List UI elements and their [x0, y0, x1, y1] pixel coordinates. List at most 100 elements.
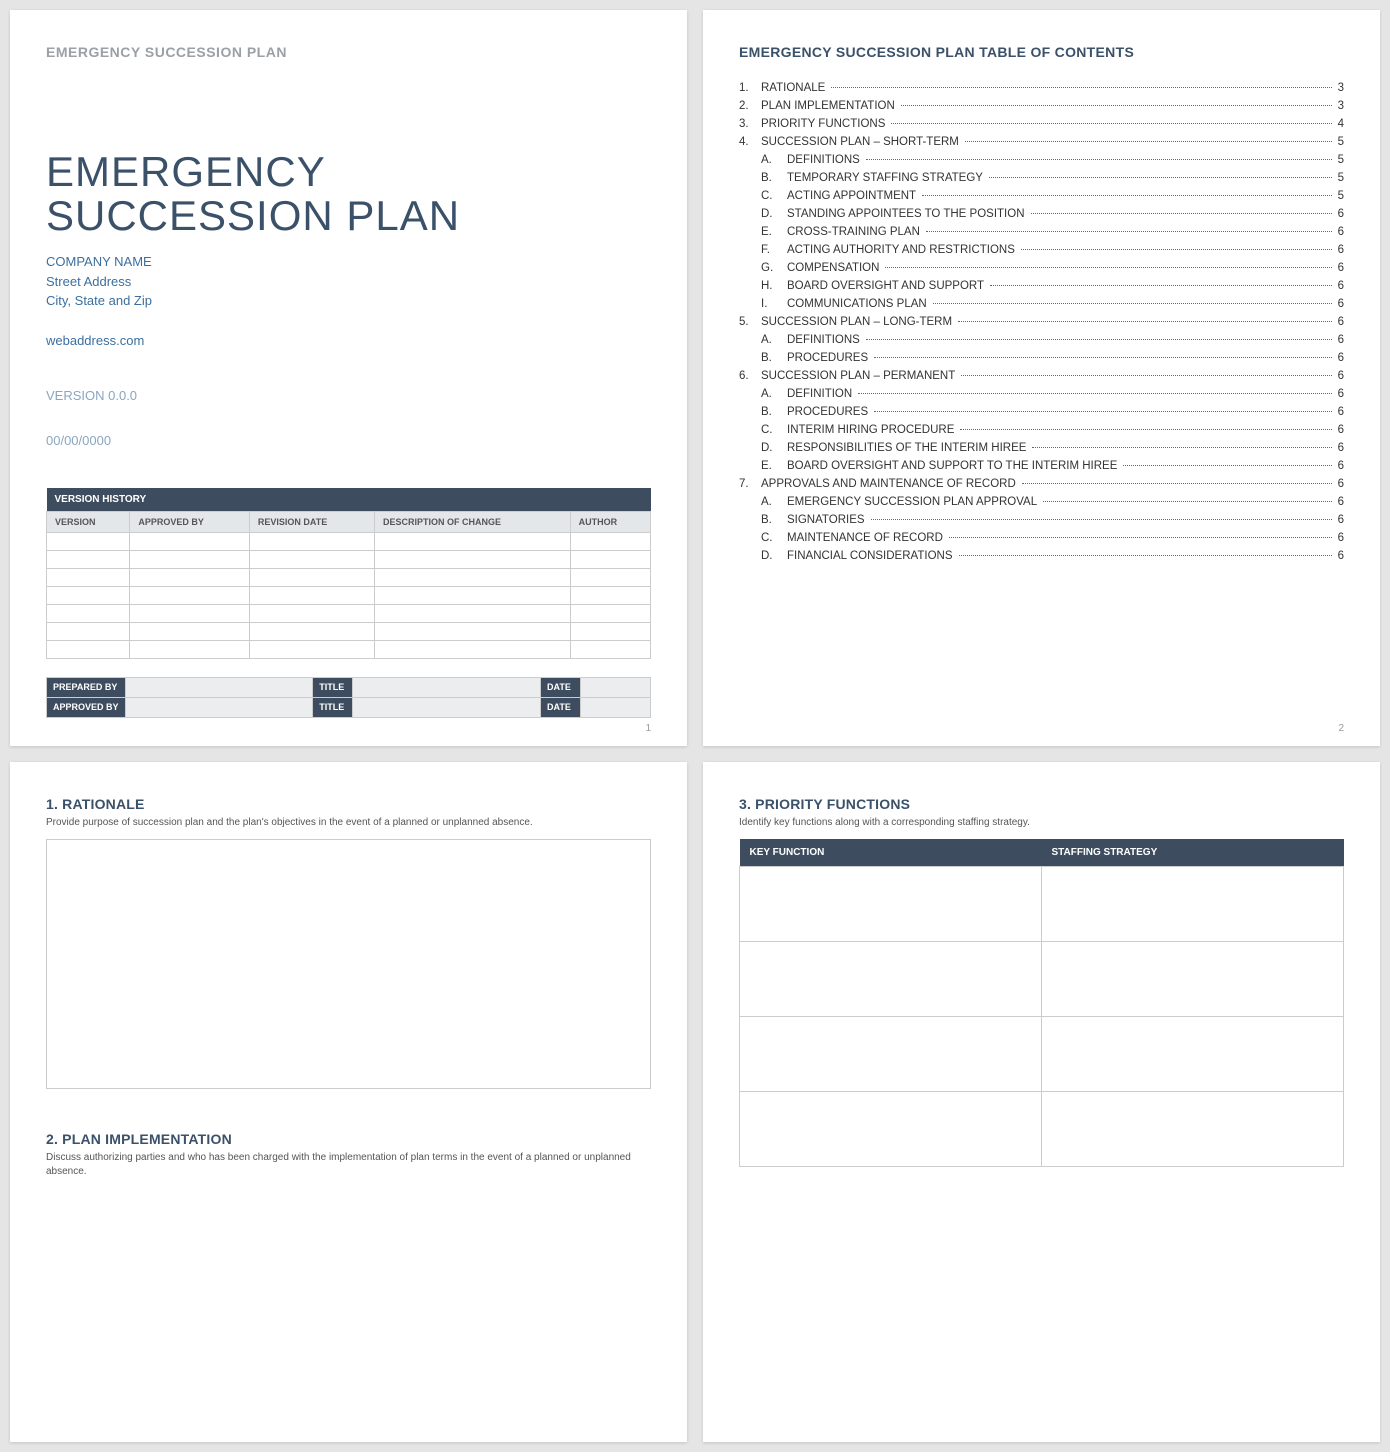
toc-label: TEMPORARY STAFFING STRATEGY: [787, 172, 987, 184]
toc-dots: [1031, 213, 1332, 214]
toc-label: COMMUNICATIONS PLAN: [787, 298, 931, 310]
toc-number: F.: [761, 244, 787, 256]
toc-entry: C.INTERIM HIRING PROCEDURE6: [739, 424, 1344, 436]
toc-list: 1.RATIONALE32.PLAN IMPLEMENTATION33.PRIO…: [739, 82, 1344, 568]
toc-dots: [874, 411, 1331, 412]
toc-dots: [1022, 483, 1332, 484]
toc-entry: F.ACTING AUTHORITY AND RESTRICTIONS6: [739, 244, 1344, 256]
toc-number: B.: [761, 352, 787, 364]
toc-page: 5: [1334, 172, 1344, 184]
toc-number: D.: [761, 208, 787, 220]
approved-by-label: APPROVED BY: [47, 697, 126, 717]
page-4: 3. PRIORITY FUNCTIONS Identify key funct…: [703, 762, 1380, 1442]
sec-3-heading: 3. PRIORITY FUNCTIONS: [739, 796, 1344, 812]
toc-entry: G.COMPENSATION6: [739, 262, 1344, 274]
toc-entry: A.DEFINITIONS6: [739, 334, 1344, 346]
kf-row: [740, 867, 1344, 942]
toc-dots: [901, 105, 1332, 106]
toc-page: 6: [1334, 208, 1344, 220]
vh-col-author: AUTHOR: [570, 511, 650, 532]
toc-entry: B.SIGNATORIES6: [739, 514, 1344, 526]
toc-label: PLAN IMPLEMENTATION: [761, 100, 899, 112]
toc-dots: [933, 303, 1332, 304]
rationale-box: [46, 839, 651, 1089]
toc-page: 6: [1334, 316, 1344, 328]
toc-page: 6: [1334, 406, 1344, 418]
toc-label: CROSS-TRAINING PLAN: [787, 226, 924, 238]
toc-page: 6: [1334, 514, 1344, 526]
toc-dots: [885, 267, 1331, 268]
toc-dots: [961, 375, 1331, 376]
toc-dots: [874, 357, 1331, 358]
toc-entry: A.DEFINITION6: [739, 388, 1344, 400]
toc-page: 6: [1334, 298, 1344, 310]
toc-entry: E.BOARD OVERSIGHT AND SUPPORT TO THE INT…: [739, 460, 1344, 472]
toc-label: DEFINITION: [787, 388, 856, 400]
toc-entry: H.BOARD OVERSIGHT AND SUPPORT6: [739, 280, 1344, 292]
toc-page: 6: [1334, 478, 1344, 490]
toc-page: 6: [1334, 388, 1344, 400]
toc-dots: [922, 195, 1332, 196]
toc-number: E.: [761, 226, 787, 238]
title-label: TITLE: [313, 697, 353, 717]
vh-row: [47, 604, 651, 622]
toc-number: 4.: [739, 136, 761, 148]
toc-label: SIGNATORIES: [787, 514, 869, 526]
vh-header-row: VERSION APPROVED BY REVISION DATE DESCRI…: [47, 511, 651, 532]
toc-number: 3.: [739, 118, 761, 130]
toc-entry: E.CROSS-TRAINING PLAN6: [739, 226, 1344, 238]
signoff-table: PREPARED BY TITLE DATE APPROVED BY TITLE…: [46, 677, 651, 718]
toc-number: A.: [761, 496, 787, 508]
toc-entry: 1.RATIONALE3: [739, 82, 1344, 94]
toc-label: RESPONSIBILITIES OF THE INTERIM HIREE: [787, 442, 1030, 454]
toc-number: B.: [761, 406, 787, 418]
title-line-1: EMERGENCY: [46, 148, 326, 195]
version-history-table: VERSION HISTORY VERSION APPROVED BY REVI…: [46, 488, 651, 659]
toc-entry: A.DEFINITIONS5: [739, 154, 1344, 166]
vh-row: [47, 550, 651, 568]
toc-page: 6: [1334, 262, 1344, 274]
toc-page: 6: [1334, 334, 1344, 346]
toc-label: EMERGENCY SUCCESSION PLAN APPROVAL: [787, 496, 1041, 508]
toc-number: 7.: [739, 478, 761, 490]
toc-title: EMERGENCY SUCCESSION PLAN TABLE OF CONTE…: [739, 44, 1344, 60]
pages-grid: EMERGENCY SUCCESSION PLAN EMERGENCY SUCC…: [10, 10, 1380, 1442]
toc-number: 2.: [739, 100, 761, 112]
vh-row: [47, 568, 651, 586]
doc-title: EMERGENCY SUCCESSION PLAN: [46, 150, 651, 238]
kf-row: [740, 1092, 1344, 1167]
sec-2-desc: Discuss authorizing parties and who has …: [46, 1151, 651, 1178]
toc-page: 3: [1334, 82, 1344, 94]
toc-dots: [949, 537, 1332, 538]
toc-entry: I.COMMUNICATIONS PLAN 6: [739, 298, 1344, 310]
toc-number: C.: [761, 424, 787, 436]
toc-entry: C.MAINTENANCE OF RECORD6: [739, 532, 1344, 544]
toc-label: MAINTENANCE OF RECORD: [787, 532, 947, 544]
web-address: webaddress.com: [46, 333, 651, 348]
toc-page: 5: [1334, 136, 1344, 148]
toc-label: PROCEDURES: [787, 406, 872, 418]
sec-1-desc: Provide purpose of succession plan and t…: [46, 816, 651, 830]
toc-label: DEFINITIONS: [787, 334, 864, 346]
title-label: TITLE: [313, 677, 353, 697]
toc-page: 6: [1334, 244, 1344, 256]
kf-col-strategy: STAFFING STRATEGY: [1042, 839, 1344, 867]
toc-entry: 7.APPROVALS AND MAINTENANCE OF RECORD6: [739, 478, 1344, 490]
toc-number: D.: [761, 442, 787, 454]
toc-entry: A.EMERGENCY SUCCESSION PLAN APPROVAL6: [739, 496, 1344, 508]
toc-dots: [1032, 447, 1331, 448]
prepared-by-label: PREPARED BY: [47, 677, 126, 697]
company-block: COMPANY NAME Street Address City, State …: [46, 252, 651, 311]
toc-number: I.: [761, 298, 787, 310]
vh-row: [47, 640, 651, 658]
version-line: VERSION 0.0.0: [46, 388, 651, 403]
toc-dots: [958, 321, 1332, 322]
vh-row: [47, 532, 651, 550]
title-line-2: SUCCESSION PLAN: [46, 192, 460, 239]
toc-entry: D.RESPONSIBILITIES OF THE INTERIM HIREE6: [739, 442, 1344, 454]
sec-1-heading: 1. RATIONALE: [46, 796, 651, 812]
toc-dots: [965, 141, 1332, 142]
vh-col-version: VERSION: [47, 511, 130, 532]
toc-page: 6: [1334, 532, 1344, 544]
kf-header-row: KEY FUNCTION STAFFING STRATEGY: [740, 839, 1344, 867]
